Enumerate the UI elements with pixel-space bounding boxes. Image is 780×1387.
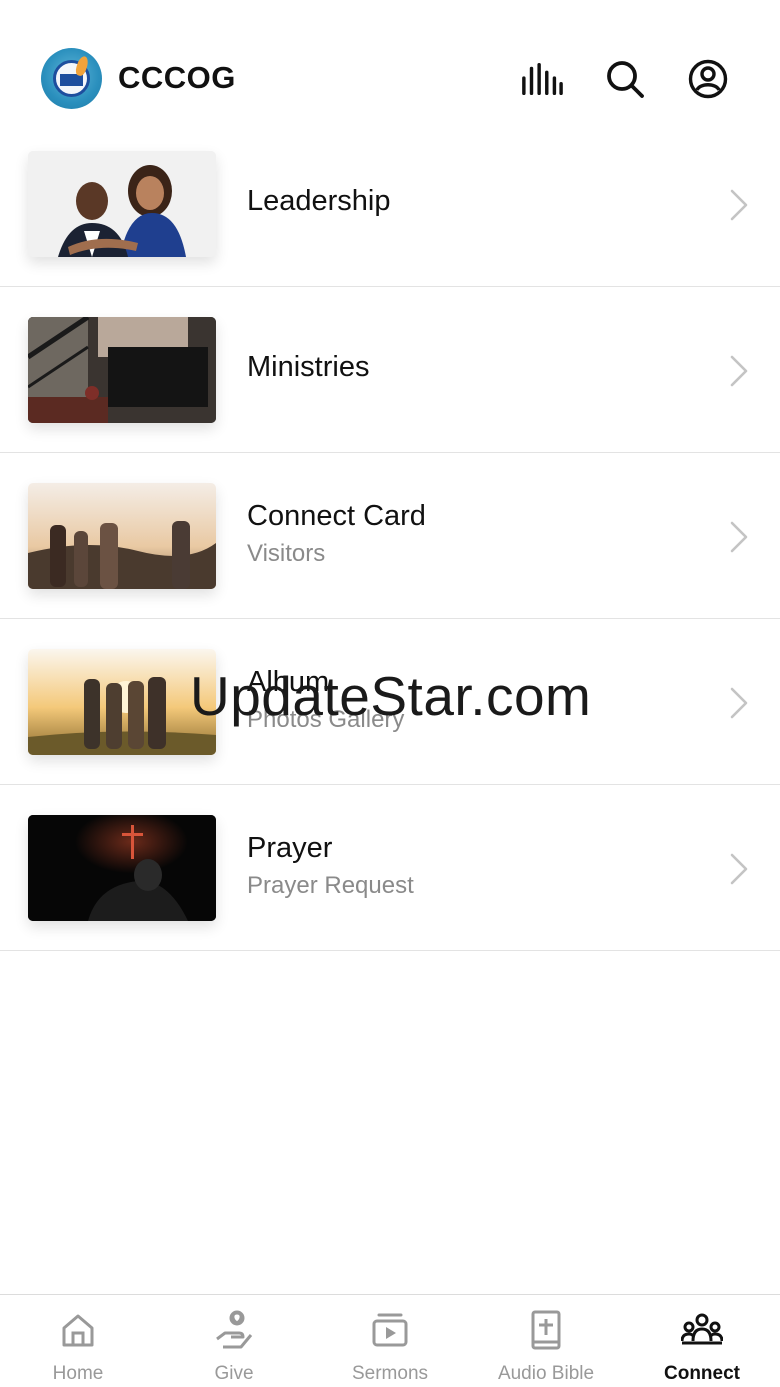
sermons-icon (372, 1313, 408, 1347)
connect-list: Leadership Ministries Connect Card Visit… (0, 121, 780, 951)
list-item-title: Ministries (247, 351, 370, 383)
tab-label: Sermons (351, 1363, 429, 1384)
prayer-thumbnail (28, 815, 216, 921)
bars-icon[interactable] (521, 58, 563, 100)
chevron-right-icon (730, 687, 748, 719)
list-item-prayer[interactable]: Prayer Prayer Request (0, 785, 780, 951)
chevron-right-icon (730, 189, 748, 221)
chevron-right-icon (730, 521, 748, 553)
list-item-title: Connect Card (247, 500, 426, 532)
church-logo[interactable] (41, 48, 102, 109)
connect-card-thumbnail (28, 483, 216, 589)
tab-label: Give (214, 1363, 254, 1384)
bible-icon (531, 1310, 561, 1350)
home-icon (62, 1314, 94, 1347)
connect-icon (681, 1313, 723, 1345)
app-header: CCCOG (0, 0, 780, 130)
tab-label: Connect (664, 1363, 740, 1384)
tab-label: Home (52, 1363, 104, 1384)
album-thumbnail (28, 649, 216, 755)
ministries-thumbnail (28, 317, 216, 423)
tab-sermons[interactable]: Sermons (312, 1295, 468, 1387)
tab-give[interactable]: Give (156, 1295, 312, 1387)
list-item-ministries[interactable]: Ministries (0, 287, 780, 453)
tab-audio-bible[interactable]: Audio Bible (468, 1295, 624, 1387)
leadership-thumbnail (28, 151, 216, 257)
give-icon (216, 1310, 253, 1349)
tab-label: Audio Bible (497, 1363, 595, 1384)
search-icon[interactable] (604, 58, 646, 100)
bottom-tab-bar: Home Give Sermons Audio Bible Connect (0, 1294, 780, 1387)
account-icon[interactable] (687, 58, 729, 100)
watermark-text: UpdateStar.com (190, 665, 592, 727)
chevron-right-icon (730, 853, 748, 885)
list-item-title: Prayer (247, 832, 333, 864)
app-title: CCCOG (118, 60, 236, 95)
list-item-connect-card[interactable]: Connect Card Visitors (0, 453, 780, 619)
tab-connect[interactable]: Connect (624, 1295, 780, 1387)
tab-home[interactable]: Home (0, 1295, 156, 1387)
list-item-subtitle: Visitors (247, 540, 326, 567)
list-item-title: Leadership (247, 185, 391, 217)
chevron-right-icon (730, 355, 748, 387)
list-item-subtitle: Prayer Request (247, 872, 414, 899)
list-item-leadership[interactable]: Leadership (0, 121, 780, 287)
